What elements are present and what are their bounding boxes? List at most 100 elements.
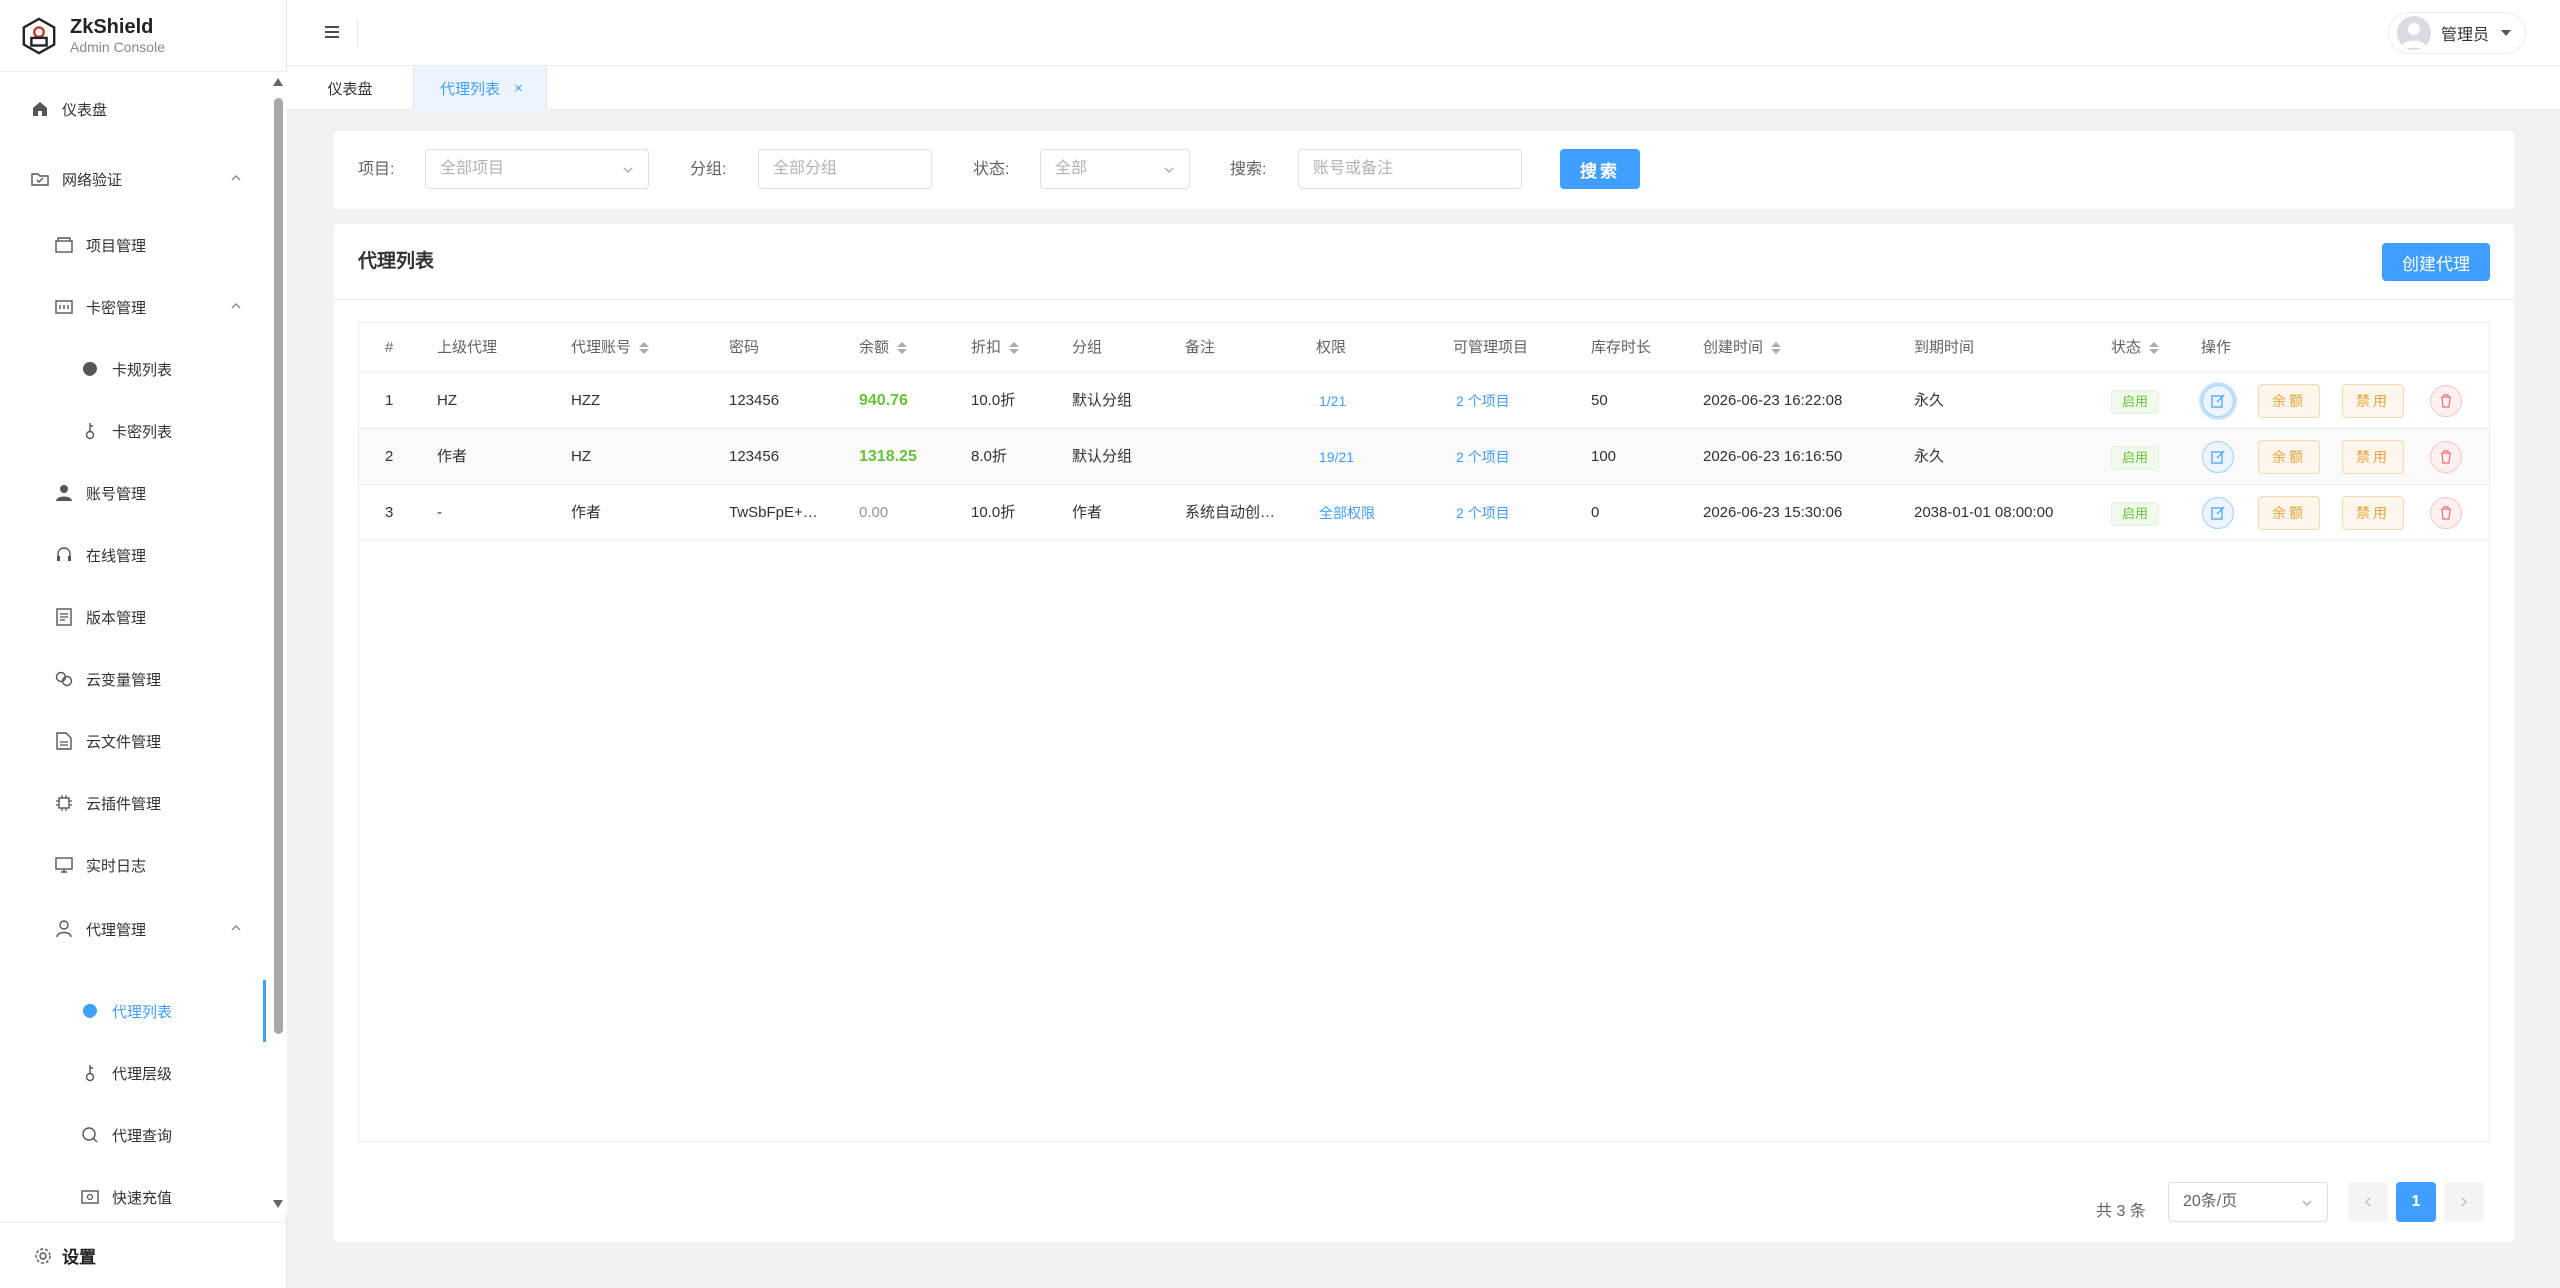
sidebar-item-label: 云插件管理 [86,795,162,813]
sidebar-item-online[interactable]: 在线管理 [0,524,266,586]
cell-created: 2026-06-23 15:30:06 [1703,504,1843,521]
status-select[interactable]: 全部 [1040,149,1190,189]
disable-button[interactable]: 禁用 [2342,440,2404,474]
col-label: 分组 [1072,339,1103,356]
create-agent-button[interactable]: 创建代理 [2382,243,2490,281]
filter-bar: 项目: 全部项目 分组: 全部分组 状态: 全部 搜索: 账号或备注 搜索 [334,131,2514,209]
sidebar-item-agent-list[interactable]: 代理列表 [0,980,266,1042]
cell-expires: 永久 [1914,448,1945,465]
cell-projects-link[interactable]: 2 个项目 [1456,485,1510,541]
edit-button[interactable] [2202,497,2234,529]
cell-permission-link[interactable]: 1/21 [1319,373,1346,429]
group-input-placeholder: 全部分组 [773,160,838,177]
file-icon [54,731,74,751]
sidebar-item-card-rules[interactable]: 卡规列表 [0,338,266,400]
close-icon[interactable]: × [514,80,523,97]
delete-button[interactable] [2430,497,2462,529]
cell-parent: HZ [437,392,457,409]
balance-button[interactable]: 余额 [2258,496,2320,530]
col-balance[interactable]: 余额 [859,323,908,373]
agent-list-card: 代理列表 创建代理 # 上级代理 代理账号 密码 余额 折扣 分组 备注 权限 … [334,224,2514,1242]
sidebar-item-label: 代理层级 [112,1065,173,1083]
cell-permission-link[interactable]: 全部权限 [1319,485,1375,541]
sidebar-item-agent-query[interactable]: 代理查询 [0,1104,266,1166]
sort-icon[interactable] [1771,342,1782,354]
sidebar-item-versions[interactable]: 版本管理 [0,586,266,648]
user-menu[interactable]: 管理员 [2387,12,2526,54]
cell-projects-link[interactable]: 2 个项目 [1456,373,1510,429]
col-stock: 库存时长 [1591,323,1651,373]
sidebar-item-quick-recharge[interactable]: 快速充值 [0,1166,266,1214]
balance-button[interactable]: 余额 [2258,384,2320,418]
delete-button[interactable] [2430,441,2462,473]
menu-toggle-icon[interactable] [321,22,343,42]
page-number-button[interactable]: 1 [2396,1182,2436,1222]
page-size-select[interactable]: 20条/页 [2168,1182,2328,1222]
edit-icon [2211,394,2225,408]
cell-permission-link[interactable]: 19/21 [1319,429,1354,485]
sidebar-item-label: 卡密列表 [112,423,173,441]
col-account[interactable]: 代理账号 [571,323,650,373]
brand-subtitle: Admin Console [70,38,165,55]
sidebar-item-network-auth[interactable]: 网络验证 [0,148,266,210]
edit-button[interactable] [2202,441,2234,473]
sort-icon[interactable] [2149,342,2160,354]
disable-button[interactable]: 禁用 [2342,384,2404,418]
sidebar-item-label: 云文件管理 [86,733,162,751]
col-label: 余额 [859,339,890,356]
group-input[interactable]: 全部分组 [758,149,932,189]
delete-button[interactable] [2430,385,2462,417]
cell-index: 1 [385,392,394,409]
sidebar-item-cloud-files[interactable]: 云文件管理 [0,710,266,772]
trash-icon [2441,506,2451,520]
sidebar-item-dashboard[interactable]: 仪表盘 [0,78,266,140]
sidebar-item-agents[interactable]: 代理管理 [0,898,266,960]
cell-expires: 2038-01-01 08:00:00 [1914,504,2054,521]
cell-account: HZ [571,448,591,465]
tab-agent-list[interactable]: 代理列表 × [413,66,547,110]
brand[interactable]: ZkShield Admin Console [0,0,286,72]
sort-icon[interactable] [639,342,650,354]
cell-discount: 10.0折 [971,392,1016,409]
sidebar-item-projects[interactable]: 项目管理 [0,214,266,276]
col-status[interactable]: 状态 [2111,323,2160,373]
search-button[interactable]: 搜索 [1560,149,1640,189]
sidebar-item-accounts[interactable]: 账号管理 [0,462,266,524]
col-created[interactable]: 创建时间 [1703,323,1782,373]
tab-dashboard[interactable]: 仪表盘 [287,66,413,110]
scroll-up-arrow-icon[interactable] [273,78,283,86]
project-select[interactable]: 全部项目 [425,149,649,189]
sort-icon[interactable] [897,342,908,354]
table-row: 3 - 作者 TwSbFpE+… 0.00 10.0折 作者 系统自动创… 全部… [359,485,2489,541]
cell-parent: 作者 [437,448,468,465]
sidebar-settings[interactable]: 设置 [0,1222,286,1288]
scroll-thumb[interactable] [274,98,283,1034]
next-page-button[interactable] [2444,1182,2484,1222]
cell-account: 作者 [571,504,602,521]
sidebar-item-label: 卡密管理 [86,299,147,317]
prev-page-button[interactable] [2348,1182,2388,1222]
tab-label: 代理列表 [440,80,501,98]
sidebar-scrollbar[interactable] [270,72,287,1214]
cell-projects-link[interactable]: 2 个项目 [1456,429,1510,485]
search-input[interactable]: 账号或备注 [1298,149,1522,189]
col-label: 备注 [1185,339,1216,356]
sidebar-item-card-keys[interactable]: 卡密管理 [0,276,266,338]
sidebar-item-cloud-plugins[interactable]: 云插件管理 [0,772,266,834]
sidebar-item-card-list[interactable]: 卡密列表 [0,400,266,462]
balance-button[interactable]: 余额 [2258,440,2320,474]
col-label: 上级代理 [437,339,498,356]
chevron-down-icon [2302,1200,2312,1206]
trash-icon [2441,394,2451,408]
scroll-down-arrow-icon[interactable] [273,1200,283,1208]
sort-icon[interactable] [1009,342,1020,354]
edit-button[interactable] [2202,385,2234,417]
col-label: 权限 [1316,339,1347,356]
disable-button[interactable]: 禁用 [2342,496,2404,530]
col-discount[interactable]: 折扣 [971,323,1020,373]
sidebar-item-realtime-log[interactable]: 实时日志 [0,834,266,896]
sidebar-item-cloud-vars[interactable]: 云变量管理 [0,648,266,710]
sidebar-item-agent-levels[interactable]: 代理层级 [0,1042,266,1104]
status-badge: 启用 [2111,446,2160,470]
divider [357,20,358,46]
